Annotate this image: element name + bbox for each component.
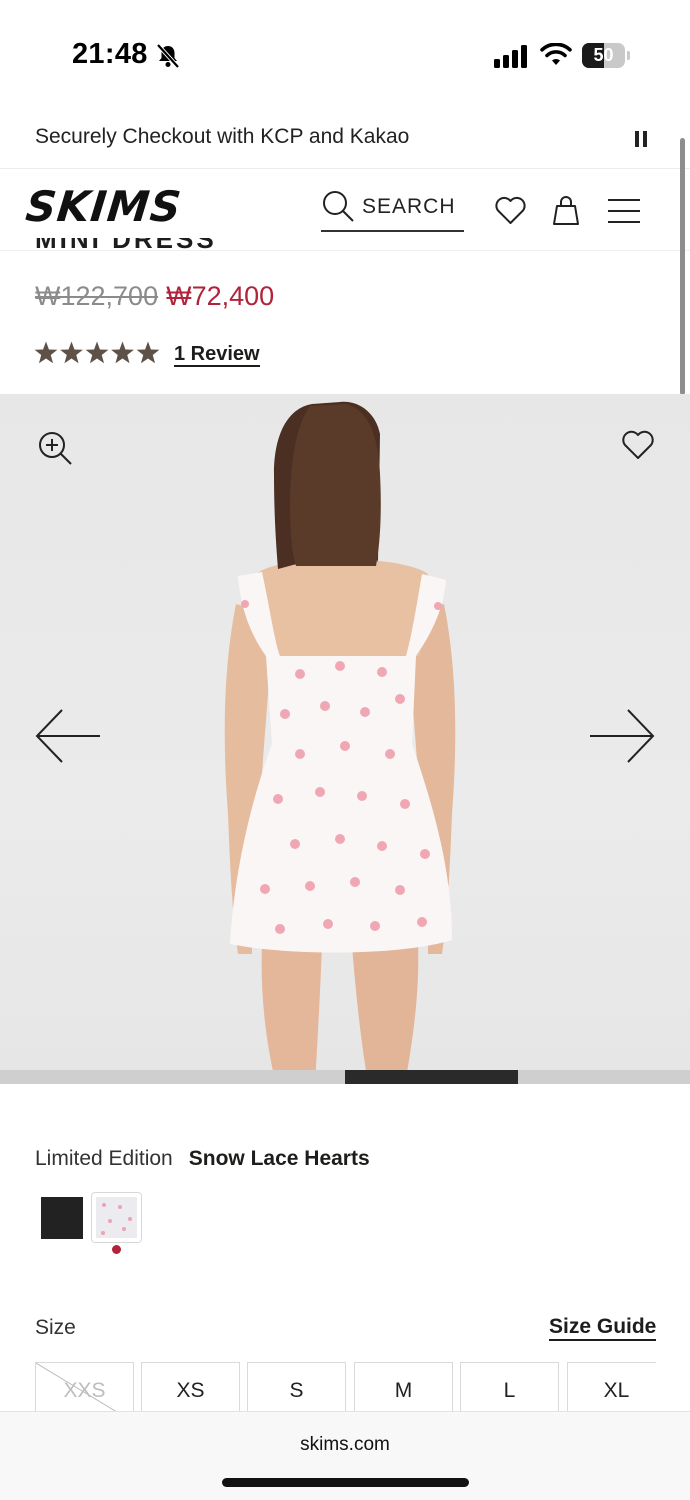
size-option-xl[interactable]: XL xyxy=(567,1362,656,1412)
status-bar: 21:48 50 xyxy=(0,0,690,105)
color-value: Snow Lace Hearts xyxy=(188,1147,370,1170)
browser-url[interactable]: skims.com xyxy=(0,1434,690,1456)
color-row: Limited Edition Snow Lace Hearts xyxy=(35,1147,370,1171)
size-label: Size xyxy=(35,1316,76,1339)
product-image-gallery[interactable] xyxy=(0,394,690,1084)
swatch-snow-lace-hearts[interactable] xyxy=(91,1192,142,1243)
browser-address-bar[interactable]: skims.com xyxy=(0,1411,690,1500)
zoom-in-icon[interactable] xyxy=(37,430,73,466)
bell-slash-icon xyxy=(156,43,180,69)
size-option-xs[interactable]: XS xyxy=(141,1362,240,1412)
signal-icon xyxy=(494,45,527,68)
star-icon xyxy=(60,341,83,364)
selected-swatch-indicator xyxy=(112,1245,121,1254)
arrow-left-icon[interactable] xyxy=(34,708,102,764)
star-rating xyxy=(34,341,160,364)
star-icon xyxy=(85,341,109,364)
search-icon xyxy=(323,191,354,222)
announcement-bar: Securely Checkout with KCP and Kakao xyxy=(0,105,690,169)
gallery-progress-bar xyxy=(0,1070,690,1084)
star-icon xyxy=(136,341,160,364)
bag-icon[interactable] xyxy=(549,193,583,227)
review-link[interactable]: 1 Review xyxy=(174,343,260,367)
price-row: ₩122,700 ₩72,400 xyxy=(35,281,274,312)
search-label: SEARCH xyxy=(362,195,456,218)
size-options: XXS XS S M L XL xyxy=(35,1362,656,1412)
skims-logo[interactable]: SKIMS xyxy=(23,182,184,231)
battery-icon: 50 xyxy=(582,43,630,68)
heart-icon[interactable] xyxy=(494,195,527,227)
battery-level: 50 xyxy=(593,45,614,65)
menu-icon[interactable] xyxy=(607,197,641,225)
size-option-m[interactable]: M xyxy=(354,1362,453,1412)
swatch-black[interactable] xyxy=(41,1197,83,1239)
home-indicator[interactable] xyxy=(222,1478,469,1487)
star-icon xyxy=(111,341,134,364)
announcement-text: Securely Checkout with KCP and Kakao xyxy=(35,125,410,148)
heart-icon[interactable] xyxy=(621,429,655,461)
size-option-l[interactable]: L xyxy=(460,1362,559,1412)
gallery-progress-indicator xyxy=(345,1070,518,1084)
arrow-right-icon[interactable] xyxy=(588,708,656,764)
size-option-s[interactable]: S xyxy=(247,1362,346,1412)
status-time: 21:48 xyxy=(72,38,148,70)
pause-icon[interactable] xyxy=(630,129,652,151)
page-scrollbar[interactable] xyxy=(680,138,685,395)
size-option-xxs[interactable]: XXS xyxy=(35,1362,134,1412)
star-icon xyxy=(34,341,58,364)
wifi-icon xyxy=(540,43,572,65)
color-label: Limited Edition xyxy=(35,1147,173,1170)
product-image xyxy=(224,401,456,1084)
search-button[interactable]: SEARCH xyxy=(321,189,464,232)
size-guide-link[interactable]: Size Guide xyxy=(549,1315,657,1341)
original-price: ₩122,700 xyxy=(35,281,159,311)
product-name: MINI DRESS xyxy=(35,238,217,254)
sale-price: ₩72,400 xyxy=(166,281,275,311)
